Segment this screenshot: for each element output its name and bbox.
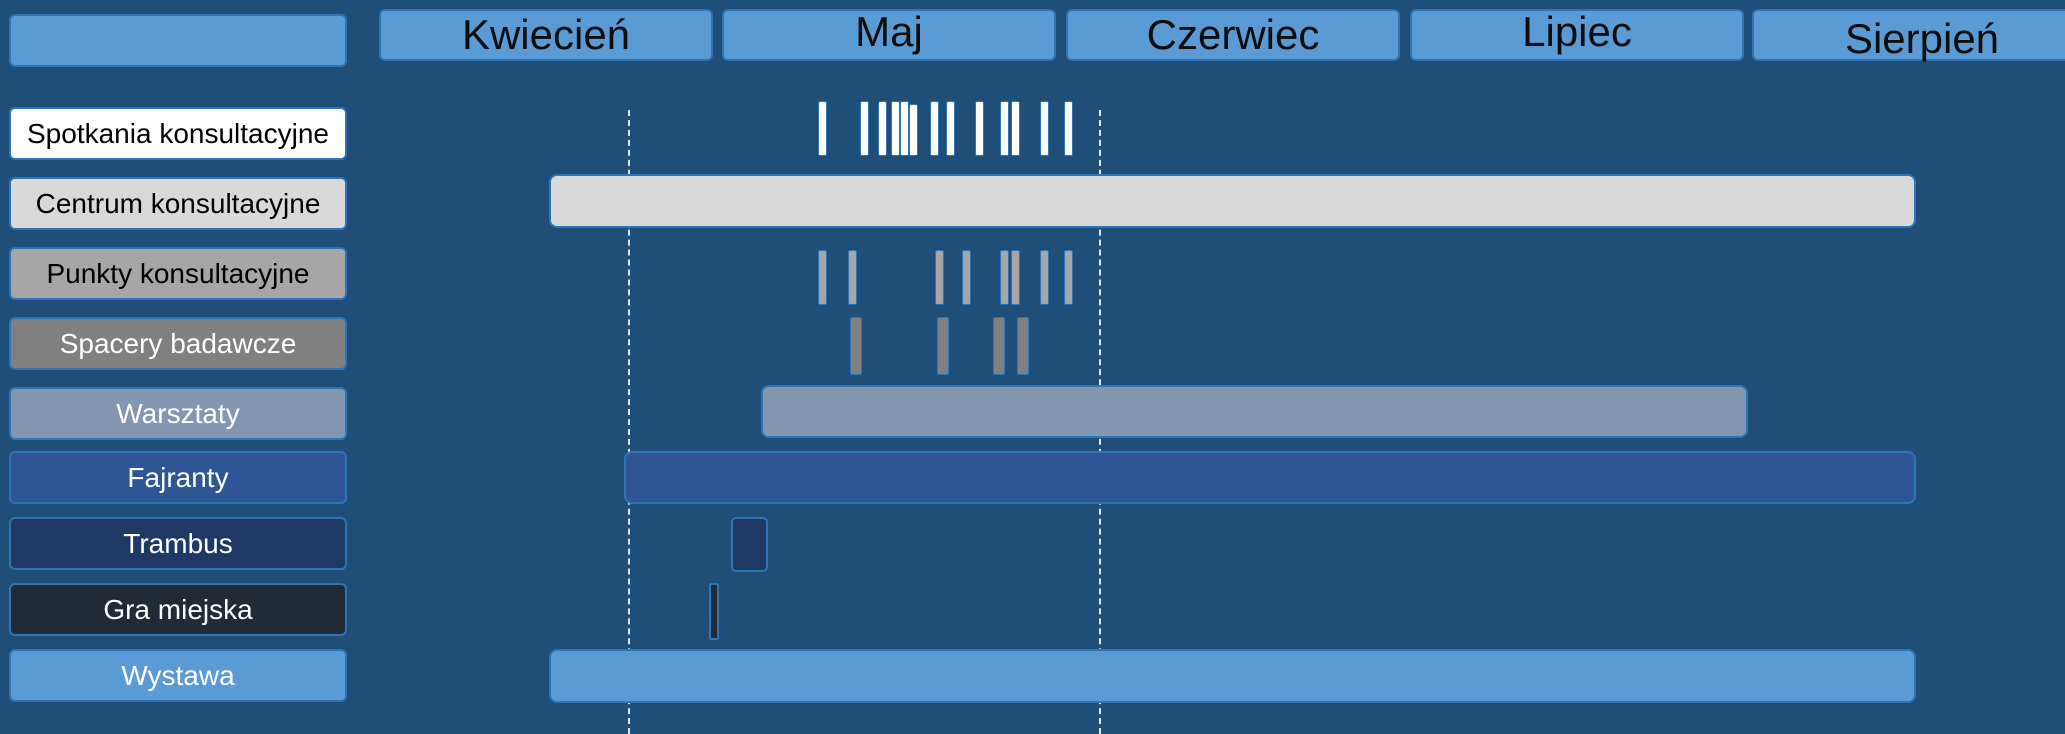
spacer-tick — [937, 317, 949, 375]
spotkanie-tick — [891, 101, 900, 156]
spotkanie-tick — [1000, 101, 1009, 156]
spotkanie-tick — [818, 101, 827, 156]
spacer-tick — [850, 317, 862, 375]
punkt-tick — [1011, 250, 1020, 305]
spotkanie-tick — [878, 101, 887, 156]
warsztaty-bar — [761, 385, 1748, 438]
spotkanie-tick — [1064, 101, 1073, 156]
month-header-maj: Maj — [722, 8, 1056, 61]
punkt-tick — [1064, 250, 1073, 305]
spotkanie-tick — [946, 101, 955, 156]
spotkanie-tick — [975, 101, 984, 156]
row-label-spotkania-konsultacyjne: Spotkania konsultacyjne — [9, 107, 347, 160]
month-header-sierpien: Sierpień — [1752, 9, 2065, 62]
month-header-lipiec: Lipiec — [1410, 8, 1744, 61]
punkt-tick — [1040, 250, 1049, 305]
row-label-trambus: Trambus — [9, 517, 347, 570]
row-label-punkty-konsultacyjne: Punkty konsultacyjne — [9, 247, 347, 300]
punkt-tick — [1000, 250, 1009, 305]
row-label-gra-miejska: Gra miejska — [9, 583, 347, 636]
spotkanie-tick — [1011, 101, 1020, 156]
wystawa-bar — [549, 649, 1916, 703]
row-label-fajranty: Fajranty — [9, 451, 347, 504]
month-header-kwiecien: Kwiecień — [379, 9, 713, 61]
punkt-tick — [935, 250, 944, 305]
row-label-wystawa: Wystawa — [9, 649, 347, 702]
punkt-tick — [848, 250, 857, 305]
row-label-centrum-konsultacyjne: Centrum konsultacyjne — [9, 177, 347, 230]
row-label-spacery-badawcze: Spacery badawcze — [9, 317, 347, 370]
trambus-bar — [731, 517, 768, 572]
punkt-tick — [962, 250, 971, 305]
month-header-czerwiec: Czerwiec — [1066, 9, 1400, 61]
spotkanie-tick — [900, 101, 909, 156]
centrum-konsultacyjne-bar — [549, 174, 1916, 228]
spacer-tick — [1017, 317, 1029, 375]
spacer-tick — [993, 317, 1005, 375]
gra-miejska-tick — [709, 583, 719, 640]
row-label-warsztaty: Warsztaty — [9, 387, 347, 440]
punkt-tick — [818, 250, 827, 305]
header-corner-cell — [9, 14, 347, 67]
spotkanie-tick — [1040, 101, 1049, 156]
fajranty-bar — [624, 451, 1916, 504]
spotkanie-tick — [860, 101, 869, 156]
spotkanie-tick — [930, 101, 939, 156]
spotkanie-tick — [909, 104, 918, 156]
